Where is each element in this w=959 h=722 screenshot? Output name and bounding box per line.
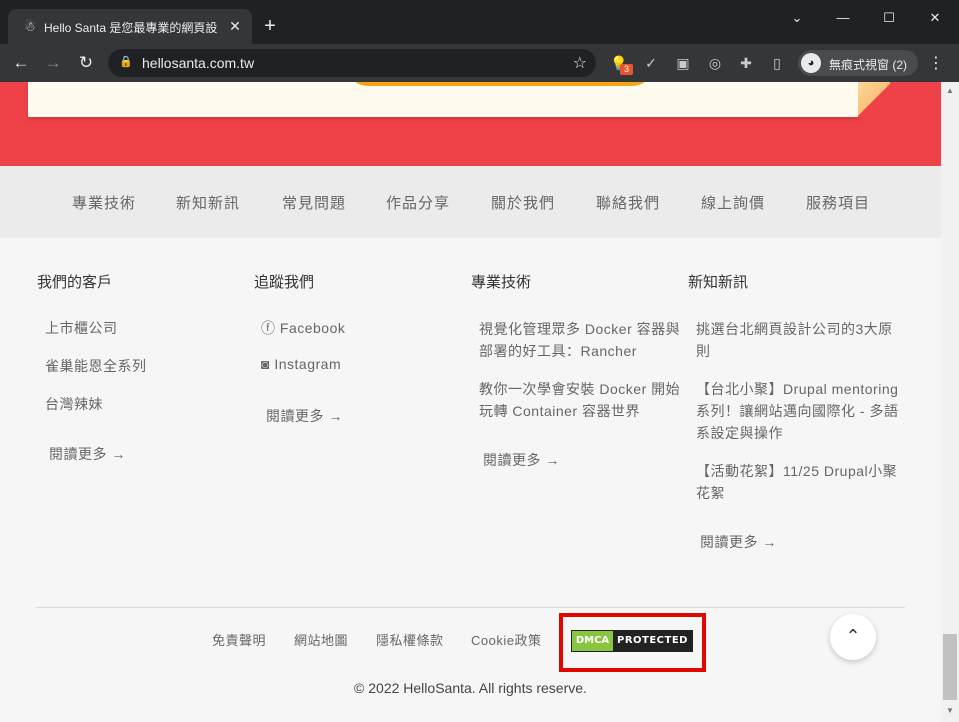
lock-icon: 🔒 — [119, 56, 133, 68]
tech-article-link[interactable]: 教你一次學會安裝 Docker 開始玩轉 Container 容器世界 — [479, 378, 685, 422]
minimize-button[interactable]: — — [833, 8, 853, 28]
translate-extension-icon[interactable]: ▣ — [673, 53, 693, 73]
cta-button[interactable] — [346, 82, 654, 86]
nav-link-about[interactable]: 關於我們 — [491, 192, 555, 213]
facebook-icon: ⓕ — [261, 320, 276, 336]
tech-title: 專業技術 — [471, 274, 532, 291]
tab-title: Hello Santa 是您最專業的網頁設 — [44, 21, 218, 35]
read-more-label: 閱讀更多 — [266, 408, 324, 424]
scroll-down-icon[interactable]: ▼ — [946, 706, 954, 715]
page-viewport: 專業技術 新知新訊 常見問題 作品分享 關於我們 聯絡我們 線上詢價 服務項目 … — [0, 82, 941, 722]
read-more-label: 閱讀更多 — [700, 534, 758, 550]
arrow-right-icon: → — [762, 534, 777, 550]
dmca-badge[interactable]: DMCA PROTECTED — [571, 630, 693, 652]
protected-label: PROTECTED — [613, 631, 692, 651]
disclaimer-link[interactable]: 免責聲明 — [212, 630, 266, 649]
clients-read-more[interactable]: 閱讀更多 → — [49, 444, 126, 464]
bookmark-star-icon[interactable]: ☆ — [573, 53, 587, 73]
follow-read-more[interactable]: 閱讀更多 → — [266, 406, 343, 426]
sitemap-link[interactable]: 網站地圖 — [294, 630, 348, 649]
arrow-right-icon: → — [328, 408, 343, 424]
instagram-icon: ◙ — [261, 356, 270, 372]
extension-badge: 3 — [620, 64, 633, 75]
browser-toolbar: ← → ↻ 🔒 hellosanta.com.tw ☆ 💡 ✓ ▣ ◎ ✚ ▯ … — [0, 44, 959, 82]
clients-title: 我們的客戶 — [37, 274, 113, 291]
side-panel-icon[interactable]: ▯ — [767, 53, 787, 73]
check-extension-icon[interactable]: ✓ — [641, 53, 661, 73]
footer-divider — [36, 607, 905, 608]
instagram-link[interactable]: ◙ Instagram — [261, 356, 341, 372]
client-link[interactable]: 雀巢能恩全系列 — [45, 356, 147, 376]
close-icon[interactable]: ✕ — [226, 17, 244, 35]
browser-tab-bar: ☃ Hello Santa 是您最專業的網頁設 ✕ + ⌄ — ☐ ✕ — [0, 0, 959, 44]
client-link[interactable]: 上市櫃公司 — [45, 318, 118, 338]
footer-nav: 專業技術 新知新訊 常見問題 作品分享 關於我們 聯絡我們 線上詢價 服務項目 — [0, 166, 941, 238]
browser-tab[interactable]: ☃ Hello Santa 是您最專業的網頁設 ✕ — [8, 9, 252, 44]
incognito-profile-button[interactable]: ◕ 無痕式視窗 (2) — [798, 50, 918, 76]
news-article-link[interactable]: 【台北小聚】Drupal mentoring 系列！讓網站邁向國際化 - 多語系… — [696, 378, 902, 444]
instagram-label: Instagram — [274, 356, 342, 372]
profile-label: 無痕式視窗 (2) — [829, 58, 908, 72]
nav-link-portfolio[interactable]: 作品分享 — [386, 192, 450, 213]
nav-link-contact[interactable]: 聯絡我們 — [596, 192, 660, 213]
nav-link-news[interactable]: 新知新訊 — [176, 192, 240, 213]
site-footer: 我們的客戶 上市櫃公司 雀巢能恩全系列 台灣辣妹 閱讀更多 → 追蹤我們 ⓕ F… — [0, 238, 941, 722]
chevron-up-icon: ⌃ — [845, 626, 861, 646]
address-bar[interactable]: 🔒 hellosanta.com.tw ☆ — [108, 49, 596, 77]
arrow-right-icon: → — [111, 446, 126, 462]
puzzle-extensions-icon[interactable]: ✚ — [736, 53, 756, 73]
hero-band — [0, 82, 941, 166]
reader-extension-icon[interactable]: ◎ — [705, 53, 725, 73]
url-text: hellosanta.com.tw — [142, 55, 255, 71]
read-more-label: 閱讀更多 — [49, 446, 107, 462]
scroll-thumb[interactable] — [943, 634, 957, 700]
nav-link-tech[interactable]: 專業技術 — [72, 192, 136, 213]
news-article-link[interactable]: 挑選台北網頁設計公司的3大原則 — [696, 318, 902, 362]
back-arrow-icon[interactable]: ← — [10, 52, 32, 74]
news-article-link[interactable]: 【活動花絮】11/25 Drupal小聚花絮 — [696, 460, 902, 504]
window-close-button[interactable]: ✕ — [925, 8, 945, 28]
news-title: 新知新訊 — [688, 274, 749, 291]
incognito-icon: ◕ — [801, 53, 821, 73]
back-to-top-button[interactable]: ⌃ — [830, 614, 876, 660]
dmca-label: DMCA — [572, 631, 613, 651]
maximize-button[interactable]: ☐ — [879, 8, 899, 28]
new-tab-button[interactable]: + — [259, 15, 281, 37]
tech-article-link[interactable]: 視覺化管理眾多 Docker 容器與部署的好工具：Rancher — [479, 318, 685, 362]
copyright-text: © 2022 HelloSanta. All rights reserve. — [354, 680, 587, 696]
nav-link-services[interactable]: 服務項目 — [806, 192, 870, 213]
tech-read-more[interactable]: 閱讀更多 → — [483, 450, 560, 470]
page-scrollbar[interactable]: ▲ ▼ — [941, 82, 959, 722]
tab-search-chevron-icon[interactable]: ⌄ — [787, 8, 807, 28]
reload-icon[interactable]: ↻ — [75, 52, 97, 74]
news-read-more[interactable]: 閱讀更多 → — [700, 532, 777, 552]
nav-link-faq[interactable]: 常見問題 — [282, 192, 346, 213]
privacy-link[interactable]: 隱私權條款 — [376, 630, 444, 649]
scroll-up-icon[interactable]: ▲ — [946, 86, 954, 95]
nav-link-quote[interactable]: 線上詢價 — [701, 192, 765, 213]
dmca-highlight: DMCA PROTECTED — [559, 613, 706, 672]
santa-icon: ☃ — [24, 19, 36, 34]
read-more-label: 閱讀更多 — [483, 452, 541, 468]
arrow-right-icon: → — [545, 452, 560, 468]
content-card — [28, 82, 860, 117]
more-menu-icon[interactable]: ⋮ — [928, 53, 944, 73]
facebook-link[interactable]: ⓕ Facebook — [261, 318, 345, 338]
cookie-policy-link[interactable]: Cookie政策 — [471, 630, 541, 649]
forward-arrow-icon[interactable]: → — [42, 52, 64, 74]
client-link[interactable]: 台灣辣妹 — [45, 394, 103, 414]
follow-title: 追蹤我們 — [254, 274, 315, 291]
facebook-label: Facebook — [279, 320, 346, 336]
card-fold-decoration — [858, 82, 890, 117]
